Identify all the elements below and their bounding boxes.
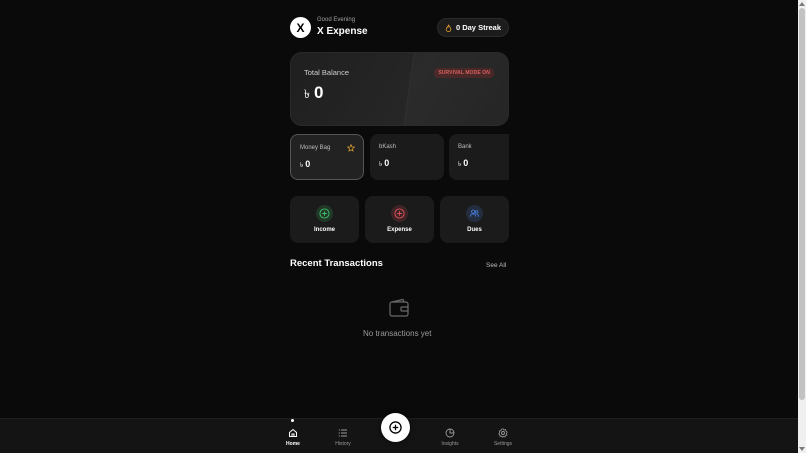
active-nav-indicator [291, 419, 294, 422]
page-scrollbar[interactable] [798, 0, 806, 453]
list-icon [338, 429, 347, 437]
income-label: Income [313, 227, 335, 233]
scroll-down-arrow[interactable] [799, 447, 805, 451]
account-name: bKash [379, 144, 397, 150]
account-balance: ৳ 0 [300, 159, 310, 171]
income-icon [316, 205, 333, 222]
app-screen: X Good Evening X Expense 0 Day Streak To… [0, 0, 798, 453]
app-logo: X [290, 17, 311, 38]
dues-button[interactable]: Dues [440, 196, 509, 243]
users-icon [466, 205, 483, 222]
account-card-bank[interactable]: Bank ৳ 0 [449, 134, 509, 180]
see-all-link[interactable]: See All [486, 262, 506, 269]
wallet-icon [389, 298, 409, 317]
survival-mode-badge: SURVIVAL MODE ON [434, 68, 494, 78]
scrollbar-thumb[interactable] [799, 8, 805, 400]
income-button[interactable]: Income [290, 196, 359, 243]
currency-symbol: ৳ [458, 161, 462, 168]
header: X Good Evening X Expense 0 Day Streak [290, 16, 509, 42]
flame-icon [445, 24, 452, 32]
nav-home-label: Home [286, 441, 300, 447]
recent-transactions-title: Recent Transactions [290, 258, 383, 269]
currency-symbol: ৳ [379, 161, 383, 168]
dues-label: Dues [467, 227, 482, 233]
empty-state-text: No transactions yet [363, 329, 432, 338]
scroll-up-arrow[interactable] [799, 2, 805, 6]
pie-chart-icon [445, 428, 455, 438]
plus-circle-icon [389, 421, 402, 434]
nav-home[interactable]: Home [273, 428, 313, 447]
expense-label: Expense [387, 227, 412, 233]
account-name: Money Bag [300, 145, 331, 151]
streak-badge[interactable]: 0 Day Streak [436, 18, 509, 37]
total-balance-card: Total Balance ৳ 0 SURVIVAL MODE ON [290, 52, 509, 126]
account-amount: 0 [305, 159, 311, 169]
home-icon [289, 428, 297, 437]
nav-insights-label: Insights [441, 441, 459, 447]
expense-icon [391, 205, 408, 222]
quick-actions: Income Expense Dues [290, 196, 509, 243]
account-balance: ৳ 0 [379, 158, 389, 170]
nav-settings[interactable]: Settings [483, 428, 523, 447]
gear-icon [498, 428, 508, 438]
nav-insights[interactable]: Insights [430, 428, 470, 447]
add-transaction-button[interactable] [381, 413, 410, 442]
nav-history-label: History [335, 441, 351, 447]
accounts-carousel[interactable]: Money Bag ৳ 0 bKash ৳ 0 Bank ৳ 0 [290, 134, 509, 180]
app-name: X Expense [317, 26, 368, 37]
account-card-money-bag[interactable]: Money Bag ৳ 0 [290, 134, 364, 180]
account-amount: 0 [463, 158, 469, 168]
account-name: Bank [458, 144, 472, 150]
star-icon[interactable] [347, 144, 355, 152]
account-amount: 0 [384, 158, 390, 168]
greeting-text: Good Evening [317, 17, 356, 23]
account-card-bkash[interactable]: bKash ৳ 0 [370, 134, 444, 180]
nav-settings-label: Settings [493, 441, 513, 447]
balance-amount: 0 [313, 83, 324, 102]
card-decoration [401, 53, 508, 125]
account-balance: ৳ 0 [458, 158, 468, 170]
currency-symbol: ৳ [304, 87, 310, 101]
streak-label: 0 Day Streak [455, 23, 501, 32]
expense-button[interactable]: Expense [365, 196, 434, 243]
currency-symbol: ৳ [300, 162, 304, 169]
total-balance-label: Total Balance [304, 68, 350, 77]
total-balance-value: ৳ 0 [304, 83, 323, 106]
nav-history[interactable]: History [323, 428, 363, 447]
